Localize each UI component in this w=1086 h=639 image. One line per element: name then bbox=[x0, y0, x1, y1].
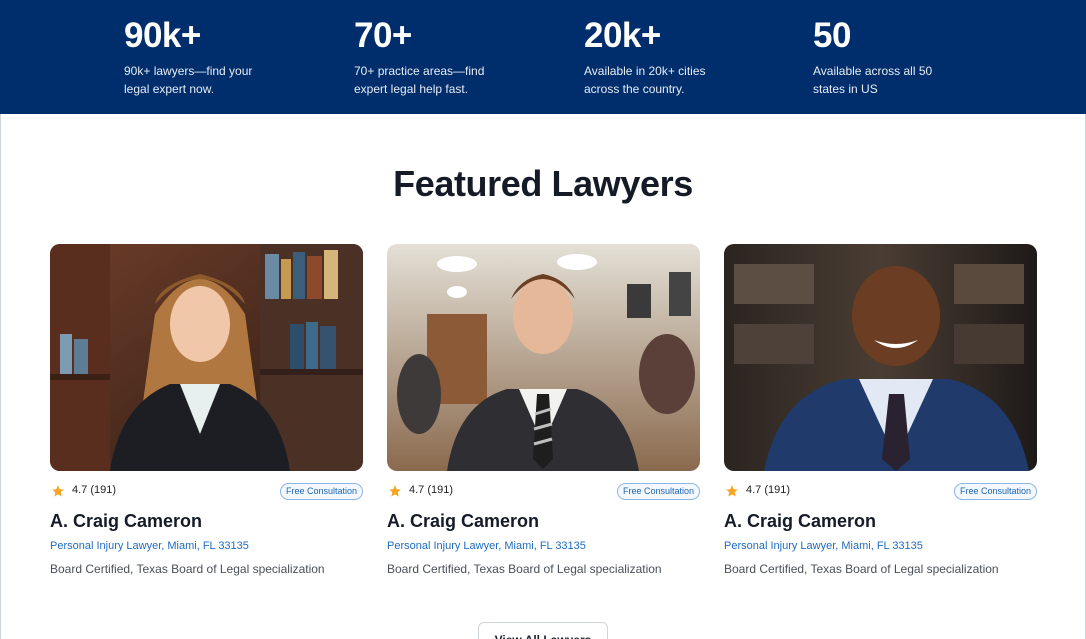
free-consultation-badge: Free Consultation bbox=[279, 483, 363, 500]
rating-text: 4.7 (191) bbox=[409, 484, 454, 496]
free-consultation-badge: Free Consultation bbox=[616, 483, 700, 500]
lawyer-name[interactable]: A. Craig Cameron bbox=[387, 510, 700, 532]
stat-value: 50 bbox=[813, 16, 851, 55]
meta-row: 4.7 (191) Free Consultation bbox=[724, 483, 1037, 503]
stat-cities: 20k+ Available in 20k+ cities across the… bbox=[584, 16, 734, 98]
stat-description: 90k+ lawyers—find your legal expert now. bbox=[124, 64, 253, 96]
section-title: Featured Lawyers bbox=[393, 163, 693, 204]
lawyer-photo[interactable] bbox=[724, 244, 1037, 471]
lawyer-certification: Board Certified, Texas Board of Legal sp… bbox=[724, 562, 999, 576]
lawyer-card[interactable]: 4.7 (191) Free Consultation A. Craig Cam… bbox=[50, 244, 363, 577]
stat-states: 50 Available across all 50 states in US bbox=[813, 16, 963, 98]
stat-value: 20k+ bbox=[584, 16, 661, 55]
meta-row: 4.7 (191) Free Consultation bbox=[387, 483, 700, 503]
lawyer-name[interactable]: A. Craig Cameron bbox=[50, 510, 363, 532]
lawyer-card[interactable]: 4.7 (191) Free Consultation A. Craig Cam… bbox=[387, 244, 700, 577]
rating-text: 4.7 (191) bbox=[72, 484, 117, 496]
stat-description: 70+ practice areas—find expert legal hel… bbox=[354, 64, 485, 96]
lawyer-name[interactable]: A. Craig Cameron bbox=[724, 510, 1037, 532]
stats-band: 90k+ 90k+ lawyers—find your legal expert… bbox=[0, 0, 1086, 114]
stat-lawyers: 90k+ 90k+ lawyers—find your legal expert… bbox=[124, 16, 274, 98]
free-consultation-badge: Free Consultation bbox=[953, 483, 1037, 500]
star-icon bbox=[726, 485, 738, 497]
stat-value: 90k+ bbox=[124, 16, 201, 55]
meta-row: 4.7 (191) Free Consultation bbox=[50, 483, 363, 503]
lawyer-certification: Board Certified, Texas Board of Legal sp… bbox=[50, 562, 325, 576]
stat-description: Available across all 50 states in US bbox=[813, 64, 933, 96]
lawyer-photo[interactable] bbox=[50, 244, 363, 471]
view-all-lawyers-button[interactable]: View All Lawyers bbox=[478, 622, 608, 639]
lawyer-certification: Board Certified, Texas Board of Legal sp… bbox=[387, 562, 662, 576]
lawyer-card[interactable]: 4.7 (191) Free Consultation A. Craig Cam… bbox=[724, 244, 1037, 577]
star-icon bbox=[389, 485, 401, 497]
lawyer-specialty[interactable]: Personal Injury Lawyer, Miami, FL 33135 bbox=[50, 539, 363, 553]
stat-practice-areas: 70+ 70+ practice areas—find expert legal… bbox=[354, 16, 504, 98]
stat-description: Available in 20k+ cities across the coun… bbox=[584, 64, 706, 96]
lawyer-photo[interactable] bbox=[387, 244, 700, 471]
rating-text: 4.7 (191) bbox=[746, 484, 791, 496]
stat-value: 70+ bbox=[354, 16, 412, 55]
star-icon bbox=[52, 485, 64, 497]
lawyer-specialty[interactable]: Personal Injury Lawyer, Miami, FL 33135 bbox=[724, 539, 1037, 553]
lawyer-specialty[interactable]: Personal Injury Lawyer, Miami, FL 33135 bbox=[387, 539, 700, 553]
